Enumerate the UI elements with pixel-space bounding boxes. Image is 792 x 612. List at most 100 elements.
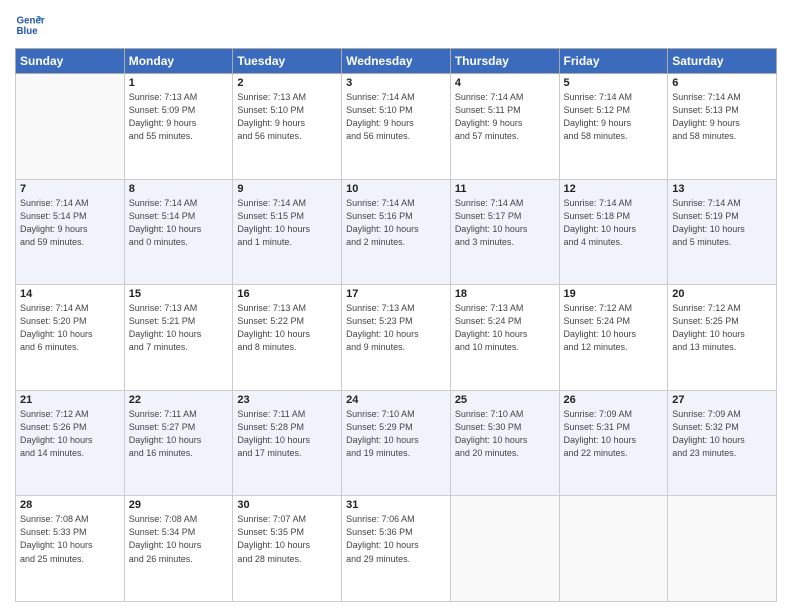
calendar-cell: 7Sunrise: 7:14 AM Sunset: 5:14 PM Daylig… [16, 179, 125, 285]
day-info: Sunrise: 7:12 AM Sunset: 5:26 PM Dayligh… [20, 408, 120, 460]
day-info: Sunrise: 7:11 AM Sunset: 5:27 PM Dayligh… [129, 408, 229, 460]
day-number: 30 [237, 499, 337, 511]
calendar-cell: 11 Sunrise: 7:14 AM Sunset: 5:17 PM Dayli… [450, 179, 559, 285]
day-info: Sunrise: 7:14 AM Sunset: 5:14 PM Dayligh… [20, 197, 120, 249]
calendar-cell: 17 Sunrise: 7:13 AM Sunset: 5:23 PM Dayli… [342, 285, 451, 391]
day-number: 4 [455, 77, 555, 89]
day-info: Sunrise: 7:12 AM Sunset: 5:25 PM Dayligh… [672, 302, 772, 354]
day-info: Sunrise: 7:14 AM Sunset: 5:11 PM Dayligh… [455, 91, 555, 143]
day-info: Sunrise: 7:14 AM Sunset: 5:15 PM Dayligh… [237, 197, 337, 249]
day-number: 24 [346, 394, 446, 406]
calendar-cell: 23 Sunrise: 7:11 AM Sunset: 5:28 PM Dayli… [233, 390, 342, 496]
calendar-cell: 29 Sunrise: 7:08 AM Sunset: 5:34 PM Dayli… [124, 496, 233, 602]
day-info: Sunrise: 7:06 AM Sunset: 5:36 PM Dayligh… [346, 513, 446, 565]
day-number: 6 [672, 77, 772, 89]
day-number: 15 [129, 288, 229, 300]
day-number: 14 [20, 288, 120, 300]
calendar-cell [668, 496, 777, 602]
calendar-cell: 24 Sunrise: 7:10 AM Sunset: 5:29 PM Dayli… [342, 390, 451, 496]
logo: General Blue [15, 10, 45, 40]
week-row-3: 14Sunrise: 7:14 AM Sunset: 5:20 PM Dayli… [16, 285, 777, 391]
calendar-cell [16, 74, 125, 180]
day-info: Sunrise: 7:10 AM Sunset: 5:29 PM Dayligh… [346, 408, 446, 460]
day-info: Sunrise: 7:14 AM Sunset: 5:17 PM Dayligh… [455, 197, 555, 249]
weekday-header-row: SundayMondayTuesdayWednesdayThursdayFrid… [16, 49, 777, 74]
day-info: Sunrise: 7:14 AM Sunset: 5:10 PM Dayligh… [346, 91, 446, 143]
day-number: 29 [129, 499, 229, 511]
calendar-table: SundayMondayTuesdayWednesdayThursdayFrid… [15, 48, 777, 602]
day-info: Sunrise: 7:10 AM Sunset: 5:30 PM Dayligh… [455, 408, 555, 460]
header: General Blue [15, 10, 777, 40]
page: General Blue SundayMondayTuesdayWednesda… [0, 0, 792, 612]
calendar-cell: 14Sunrise: 7:14 AM Sunset: 5:20 PM Dayli… [16, 285, 125, 391]
day-info: Sunrise: 7:13 AM Sunset: 5:23 PM Dayligh… [346, 302, 446, 354]
day-info: Sunrise: 7:08 AM Sunset: 5:34 PM Dayligh… [129, 513, 229, 565]
day-info: Sunrise: 7:13 AM Sunset: 5:24 PM Dayligh… [455, 302, 555, 354]
day-info: Sunrise: 7:08 AM Sunset: 5:33 PM Dayligh… [20, 513, 120, 565]
day-number: 26 [564, 394, 664, 406]
day-number: 27 [672, 394, 772, 406]
calendar-cell: 3 Sunrise: 7:14 AM Sunset: 5:10 PM Daylig… [342, 74, 451, 180]
day-number: 22 [129, 394, 229, 406]
weekday-header-monday: Monday [124, 49, 233, 74]
day-info: Sunrise: 7:09 AM Sunset: 5:32 PM Dayligh… [672, 408, 772, 460]
calendar-cell: 15Sunrise: 7:13 AM Sunset: 5:21 PM Dayli… [124, 285, 233, 391]
calendar-cell: 6 Sunrise: 7:14 AM Sunset: 5:13 PM Daylig… [668, 74, 777, 180]
day-info: Sunrise: 7:14 AM Sunset: 5:12 PM Dayligh… [564, 91, 664, 143]
calendar-cell: 12 Sunrise: 7:14 AM Sunset: 5:18 PM Dayli… [559, 179, 668, 285]
calendar-cell: 22 Sunrise: 7:11 AM Sunset: 5:27 PM Dayli… [124, 390, 233, 496]
svg-text:General: General [17, 16, 46, 27]
calendar-cell: 13 Sunrise: 7:14 AM Sunset: 5:19 PM Dayli… [668, 179, 777, 285]
day-number: 13 [672, 183, 772, 195]
calendar-cell: 1 Sunrise: 7:13 AM Sunset: 5:09 PM Daylig… [124, 74, 233, 180]
day-number: 17 [346, 288, 446, 300]
calendar-cell: 20 Sunrise: 7:12 AM Sunset: 5:25 PM Dayli… [668, 285, 777, 391]
day-info: Sunrise: 7:09 AM Sunset: 5:31 PM Dayligh… [564, 408, 664, 460]
calendar-cell: 8 Sunrise: 7:14 AM Sunset: 5:14 PM Daylig… [124, 179, 233, 285]
svg-text:Blue: Blue [17, 26, 39, 37]
day-info: Sunrise: 7:13 AM Sunset: 5:22 PM Dayligh… [237, 302, 337, 354]
day-number: 23 [237, 394, 337, 406]
calendar-cell: 5 Sunrise: 7:14 AM Sunset: 5:12 PM Daylig… [559, 74, 668, 180]
calendar-cell: 10 Sunrise: 7:14 AM Sunset: 5:16 PM Dayli… [342, 179, 451, 285]
day-info: Sunrise: 7:13 AM Sunset: 5:09 PM Dayligh… [129, 91, 229, 143]
weekday-header-friday: Friday [559, 49, 668, 74]
calendar-cell [450, 496, 559, 602]
day-number: 3 [346, 77, 446, 89]
calendar-cell: 2Sunrise: 7:13 AM Sunset: 5:10 PM Daylig… [233, 74, 342, 180]
calendar-cell: 18Sunrise: 7:13 AM Sunset: 5:24 PM Dayli… [450, 285, 559, 391]
week-row-4: 21 Sunrise: 7:12 AM Sunset: 5:26 PM Dayli… [16, 390, 777, 496]
day-number: 28 [20, 499, 120, 511]
calendar-cell [559, 496, 668, 602]
calendar-cell: 28 Sunrise: 7:08 AM Sunset: 5:33 PM Dayli… [16, 496, 125, 602]
week-row-1: 1 Sunrise: 7:13 AM Sunset: 5:09 PM Daylig… [16, 74, 777, 180]
week-row-5: 28 Sunrise: 7:08 AM Sunset: 5:33 PM Dayli… [16, 496, 777, 602]
day-number: 16 [237, 288, 337, 300]
day-number: 12 [564, 183, 664, 195]
day-info: Sunrise: 7:11 AM Sunset: 5:28 PM Dayligh… [237, 408, 337, 460]
day-info: Sunrise: 7:07 AM Sunset: 5:35 PM Dayligh… [237, 513, 337, 565]
logo-icon: General Blue [15, 10, 45, 40]
calendar-cell: 25Sunrise: 7:10 AM Sunset: 5:30 PM Dayli… [450, 390, 559, 496]
week-row-2: 7Sunrise: 7:14 AM Sunset: 5:14 PM Daylig… [16, 179, 777, 285]
day-number: 21 [20, 394, 120, 406]
day-info: Sunrise: 7:12 AM Sunset: 5:24 PM Dayligh… [564, 302, 664, 354]
day-info: Sunrise: 7:14 AM Sunset: 5:16 PM Dayligh… [346, 197, 446, 249]
calendar-cell: 31Sunrise: 7:06 AM Sunset: 5:36 PM Dayli… [342, 496, 451, 602]
day-number: 5 [564, 77, 664, 89]
calendar-cell: 27 Sunrise: 7:09 AM Sunset: 5:32 PM Dayli… [668, 390, 777, 496]
day-number: 20 [672, 288, 772, 300]
calendar-cell: 26 Sunrise: 7:09 AM Sunset: 5:31 PM Dayli… [559, 390, 668, 496]
day-number: 1 [129, 77, 229, 89]
day-info: Sunrise: 7:14 AM Sunset: 5:18 PM Dayligh… [564, 197, 664, 249]
day-number: 19 [564, 288, 664, 300]
day-info: Sunrise: 7:14 AM Sunset: 5:13 PM Dayligh… [672, 91, 772, 143]
day-number: 8 [129, 183, 229, 195]
day-info: Sunrise: 7:14 AM Sunset: 5:14 PM Dayligh… [129, 197, 229, 249]
weekday-header-thursday: Thursday [450, 49, 559, 74]
calendar-cell: 9 Sunrise: 7:14 AM Sunset: 5:15 PM Daylig… [233, 179, 342, 285]
day-number: 9 [237, 183, 337, 195]
day-number: 11 [455, 183, 555, 195]
day-info: Sunrise: 7:14 AM Sunset: 5:19 PM Dayligh… [672, 197, 772, 249]
day-number: 10 [346, 183, 446, 195]
